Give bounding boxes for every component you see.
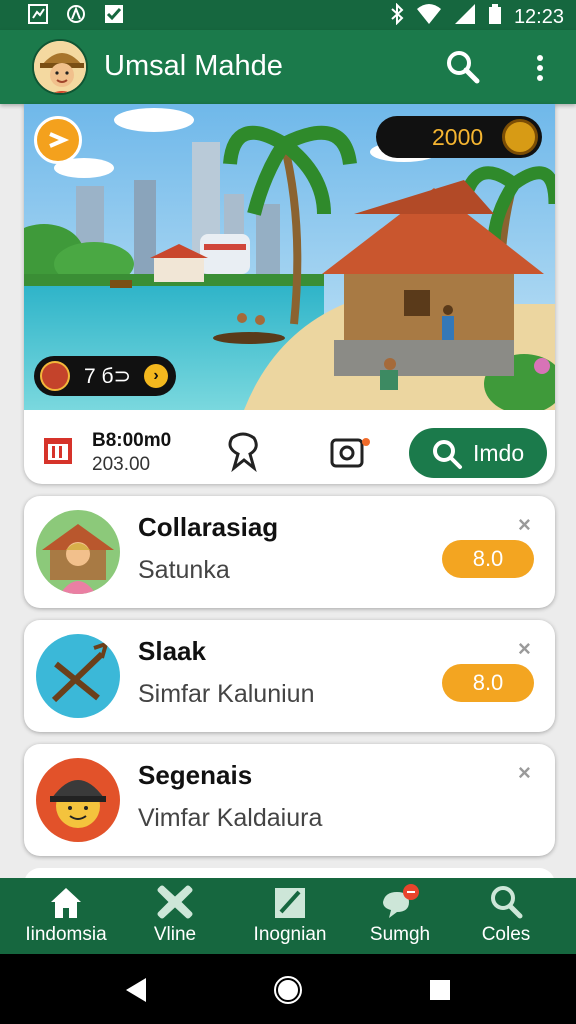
card-title: Segenais xyxy=(138,760,253,790)
chat-icon xyxy=(381,884,419,920)
more-vert-icon[interactable] xyxy=(528,50,552,86)
hero-action-bar: B8:00m0 203.00 Imdo xyxy=(24,410,555,484)
signal-icon xyxy=(454,3,476,31)
card-subtitle: Vimfar Kaldaiura xyxy=(138,804,323,832)
checkbox-icon xyxy=(104,4,124,24)
play-icon[interactable] xyxy=(34,116,82,164)
list-item[interactable]: Collarasiag Satunka × 8.0 xyxy=(24,496,555,608)
calendar-icon[interactable] xyxy=(42,434,74,466)
search-icon xyxy=(487,884,525,920)
nav-label: Inognian xyxy=(253,924,327,945)
close-icon[interactable]: × xyxy=(518,636,531,662)
nav-label: Vline xyxy=(153,924,197,945)
find-button[interactable]: Imdo xyxy=(409,428,547,478)
cross-icon xyxy=(156,884,194,920)
score-badge: 8.0 xyxy=(442,664,534,702)
home-icon xyxy=(47,884,85,920)
nav-item-vline[interactable]: Vline xyxy=(130,884,220,950)
stat-subvalue: 203.00 xyxy=(92,454,151,475)
ticket-counter[interactable]: 7 б⊃ › xyxy=(34,356,176,396)
stat-value: B8:00m0 xyxy=(92,430,172,451)
nav-item-search[interactable]: Coles xyxy=(466,884,546,950)
nav-label: Sumgh xyxy=(369,924,431,945)
back-icon[interactable] xyxy=(126,978,146,1002)
nav-item-chat[interactable]: Sumgh xyxy=(356,884,444,950)
home-circle-icon[interactable] xyxy=(276,978,300,1002)
close-icon[interactable]: × xyxy=(518,760,531,786)
search-icon[interactable] xyxy=(444,48,482,86)
app-bar: Umsal Mahde xyxy=(0,30,576,104)
bottom-nav: Iindomsia Vline Inognian Sumgh Coles xyxy=(0,878,576,954)
hero-card[interactable]: 2000 7 б⊃ › B8:00m0 203.00 Imdo xyxy=(24,104,555,484)
nav-label: Iindomsia xyxy=(25,924,107,945)
tooth-icon[interactable] xyxy=(224,432,262,473)
score-badge: 8.0 xyxy=(442,540,534,578)
coin-balance[interactable]: 2000 xyxy=(376,116,542,158)
list-item[interactable]: Segenais Vimfar Kaldaiura × xyxy=(24,744,555,856)
page-title: Umsal Mahde xyxy=(104,50,283,82)
chart-icon xyxy=(28,4,48,24)
nav-item-edit[interactable]: Inognian xyxy=(240,884,340,950)
edit-icon xyxy=(271,884,309,920)
tools-thumbnail xyxy=(36,634,120,718)
close-icon[interactable]: × xyxy=(518,512,531,538)
nav-label: Coles xyxy=(481,924,531,945)
helmet-face-thumbnail xyxy=(36,758,120,842)
list-item[interactable]: Slaak Simfar Kaluniun × 8.0 xyxy=(24,620,555,732)
card-title: Slaak xyxy=(138,636,206,666)
coin-count: 2000 xyxy=(432,123,484,150)
chevron-right-icon[interactable]: › xyxy=(144,364,168,388)
card-subtitle: Satunka xyxy=(138,556,230,584)
bluetooth-icon xyxy=(390,2,404,31)
nav-item-home[interactable]: Iindomsia xyxy=(18,884,114,950)
card-title: Collarasiag xyxy=(138,512,279,542)
ticket-icon xyxy=(40,361,70,391)
compass-icon xyxy=(66,4,86,24)
recents-icon[interactable] xyxy=(430,980,450,1000)
system-nav-bar xyxy=(0,954,576,1024)
status-bar: 12:23 xyxy=(0,0,576,30)
status-time: 12:23 xyxy=(513,5,564,28)
battery-icon xyxy=(488,3,502,31)
card-subtitle: Simfar Kaluniun xyxy=(138,680,315,708)
camera-icon[interactable] xyxy=(330,436,370,470)
ticket-count: 7 б⊃ xyxy=(84,364,132,388)
avatar[interactable] xyxy=(32,39,88,95)
wifi-icon xyxy=(416,3,442,31)
house-person-thumbnail xyxy=(36,510,120,594)
find-button-label: Imdo xyxy=(473,439,525,466)
coin-icon xyxy=(502,119,538,155)
